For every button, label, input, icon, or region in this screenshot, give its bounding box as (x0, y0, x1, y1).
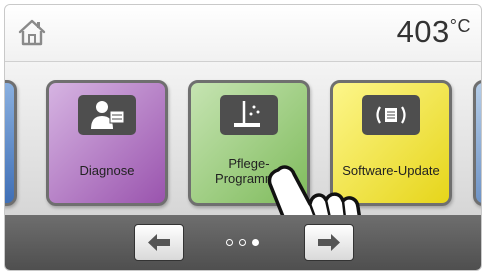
tile-diagnose-label: Diagnose (79, 163, 135, 178)
tile-diagnose[interactable]: Diagnose (46, 80, 168, 206)
temperature-display: 403°C (397, 14, 471, 50)
page-dot (226, 239, 233, 246)
tile-previous-partial[interactable] (5, 80, 17, 206)
tile-next-partial[interactable] (473, 80, 481, 206)
house-icon[interactable] (17, 17, 47, 47)
touch-screen: 403°C Diagnose Pflege- Programme Softwar… (4, 4, 482, 271)
cleaning-icon (220, 95, 278, 135)
temperature-unit: °C (449, 16, 471, 36)
arrow-left-icon (148, 234, 170, 251)
technician-icon (78, 95, 136, 135)
program-tile-carousel: Diagnose Pflege- Programme Software-Upda… (5, 62, 481, 270)
previous-page-button[interactable] (134, 224, 184, 261)
page-indicator (226, 237, 266, 249)
temperature-value: 403 (396, 14, 450, 49)
next-page-button[interactable] (304, 224, 354, 261)
page-dot-active (252, 239, 259, 246)
top-bar: 403°C (5, 5, 481, 62)
bottom-navigation-bar (5, 215, 481, 270)
arrow-right-icon (318, 234, 340, 251)
chip-icon (362, 95, 420, 135)
page-dot (239, 239, 246, 246)
